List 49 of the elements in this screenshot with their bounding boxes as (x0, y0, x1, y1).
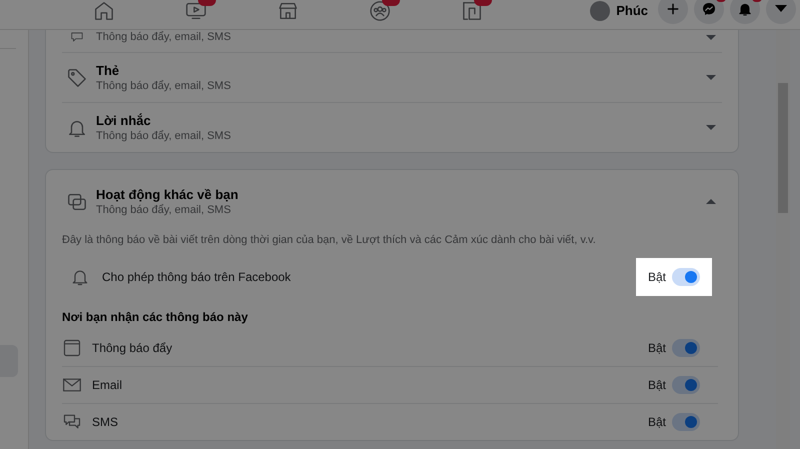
caret-button[interactable] (766, 0, 796, 24)
group-icon (369, 0, 391, 22)
section-title: Lời nhắc (96, 112, 152, 129)
plus-icon (665, 0, 681, 16)
state-label: Bật (648, 378, 666, 392)
section-subtitle: Thông báo đẩy, email, SMS (96, 30, 232, 44)
section-title: Thẻ (96, 62, 120, 79)
setting-label: Thông báo đẩy (92, 341, 174, 355)
state-label: Bật (648, 415, 666, 429)
notification-badge (474, 0, 492, 6)
plus-button[interactable] (658, 0, 688, 24)
setting-row[interactable]: Thông báo đẩy, email, SMS (62, 30, 722, 53)
toggle-switch[interactable] (672, 268, 700, 286)
description-text: Đây là thông báo về bài viết trên dòng thời gian của bạn, về Lượt thích và các Cảm xúc dành cho bài viết, v.v. (62, 233, 597, 248)
section-subtitle: Thông báo đẩy, email, SMS (96, 203, 232, 217)
toggle-switch[interactable] (672, 413, 700, 431)
section-title: Hoạt động khác về bạn (96, 186, 240, 203)
setting-row[interactable]: Hoạt động khác về bạn Thông báo đẩy, email, SMS (62, 170, 722, 226)
square-frame-icon (461, 0, 483, 22)
expand-caret-icon[interactable] (706, 125, 716, 130)
tag-icon (66, 66, 88, 88)
state-label: Bật (648, 270, 666, 284)
expand-caret-icon[interactable] (706, 75, 716, 80)
caret-icon (775, 5, 787, 12)
browser-window-icon (62, 338, 82, 358)
section-subtitle: Thông báo đẩy, email, SMS (96, 129, 232, 143)
collapse-caret-icon[interactable] (706, 199, 716, 204)
scrollbar-thumb[interactable] (778, 83, 788, 213)
home-icon (93, 0, 115, 22)
setting-label: Cho phép thông báo trên Facebook (102, 270, 292, 284)
avatar (590, 0, 610, 20)
toggle-switch[interactable] (672, 376, 700, 394)
setting-row[interactable]: Thẻ Thông báo đẩy, email, SMS (62, 53, 722, 103)
messenger-button[interactable] (694, 0, 724, 24)
setting-label: Email (92, 378, 124, 392)
bell-button[interactable] (730, 0, 760, 24)
profile-link[interactable]: Phúc (590, 0, 648, 20)
setting-label: SMS (92, 415, 120, 429)
messenger-icon (701, 0, 717, 16)
section-subtitle: Thông báo đẩy, email, SMS (96, 79, 232, 93)
subsection-heading: Nơi bạn nhận các thông báo này (62, 309, 249, 326)
store-icon (277, 0, 299, 22)
notification-badge (198, 0, 216, 6)
state-label: Bật (648, 341, 666, 355)
expand-caret-icon[interactable] (706, 34, 716, 40)
toggle-switch[interactable] (672, 339, 700, 357)
notification-badge (382, 0, 400, 6)
setting-row[interactable]: Lời nhắc Thông báo đẩy, email, SMS (62, 103, 722, 152)
tv-icon (185, 0, 207, 22)
